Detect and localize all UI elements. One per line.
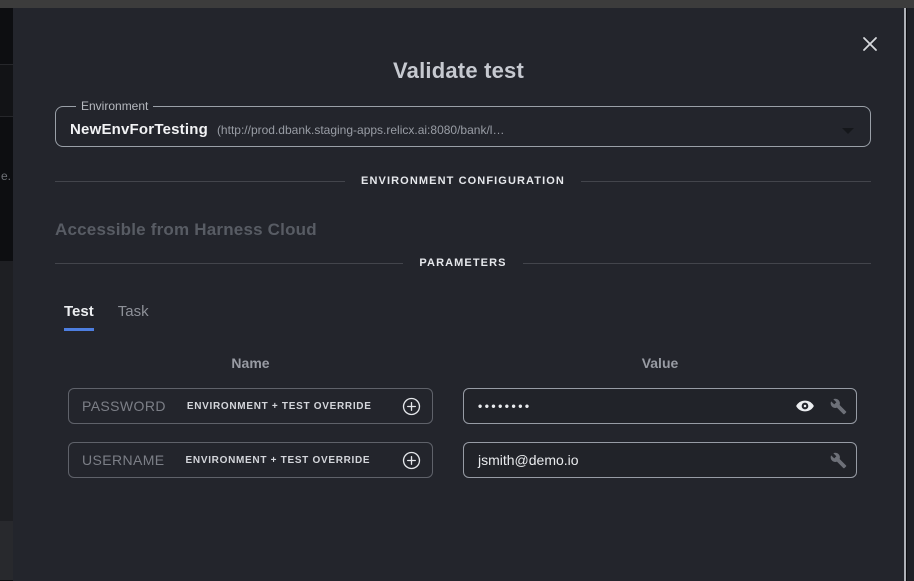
environment-access-banner: Accessible from Harness Cloud xyxy=(55,220,871,240)
background-segment xyxy=(0,521,13,580)
password-value-field[interactable]: •••••••• xyxy=(463,388,857,424)
plus-circle-icon xyxy=(402,397,421,416)
parameters-divider: PARAMETERS xyxy=(55,257,871,269)
background-segment: e. xyxy=(0,117,13,261)
password-value[interactable]: •••••••• xyxy=(478,399,795,413)
override-badge: ENVIRONMENT + TEST OVERRIDE xyxy=(186,455,371,466)
background-segment xyxy=(0,261,13,521)
background-segment xyxy=(0,8,13,65)
environment-configuration-divider: ENVIRONMENT CONFIGURATION xyxy=(55,175,871,187)
background-app-strip: e. xyxy=(0,8,13,581)
plus-circle-icon xyxy=(402,451,421,470)
eye-icon xyxy=(795,396,815,416)
environment-select[interactable]: Environment NewEnvForTesting (http://pro… xyxy=(55,99,871,147)
divider-line xyxy=(55,263,403,264)
divider-line xyxy=(55,181,345,182)
browser-top-bar xyxy=(0,0,914,8)
tab-test[interactable]: Test xyxy=(64,303,94,331)
configure-value-button[interactable] xyxy=(830,398,847,415)
wrench-icon xyxy=(830,452,847,469)
dialog-title: Validate test xyxy=(13,58,904,84)
column-header-value: Value xyxy=(463,355,857,371)
add-override-button[interactable] xyxy=(401,450,421,470)
scrollbar[interactable] xyxy=(904,8,906,581)
username-value[interactable]: jsmith@demo.io xyxy=(478,452,830,468)
override-badge: ENVIRONMENT + TEST OVERRIDE xyxy=(187,401,372,412)
close-icon xyxy=(862,36,878,52)
table-row: USERNAME ENVIRONMENT + TEST OVERRIDE jsm… xyxy=(68,442,857,478)
tab-task[interactable]: Task xyxy=(118,303,149,331)
divider-line xyxy=(523,263,871,264)
username-value-field[interactable]: jsmith@demo.io xyxy=(463,442,857,478)
parameters-label: PARAMETERS xyxy=(419,257,506,269)
chevron-down-icon xyxy=(842,128,854,134)
configure-value-button[interactable] xyxy=(830,452,847,469)
background-right-strip xyxy=(907,8,914,581)
environment-configuration-label: ENVIRONMENT CONFIGURATION xyxy=(361,175,565,187)
show-password-button[interactable] xyxy=(795,396,815,416)
environment-selected-name: NewEnvForTesting xyxy=(70,121,208,138)
validate-test-dialog: Validate test Environment NewEnvForTesti… xyxy=(13,8,904,581)
parameters-header-row: Name Value xyxy=(68,355,857,371)
parameter-name: USERNAME xyxy=(82,452,165,468)
parameters-tabs: Test Task xyxy=(64,303,871,331)
column-header-name: Name xyxy=(68,355,433,371)
environment-selected-url: (http://prod.dbank.staging-apps.relicx.a… xyxy=(217,123,505,137)
divider-line xyxy=(581,181,871,182)
background-segment xyxy=(0,65,13,117)
wrench-icon xyxy=(830,398,847,415)
table-row: PASSWORD ENVIRONMENT + TEST OVERRIDE •••… xyxy=(68,388,857,424)
password-name-field[interactable]: PASSWORD ENVIRONMENT + TEST OVERRIDE xyxy=(68,388,433,424)
clipped-background-text: e. xyxy=(1,169,11,183)
close-button[interactable] xyxy=(860,34,880,54)
add-override-button[interactable] xyxy=(401,396,421,416)
parameter-name: PASSWORD xyxy=(82,398,166,414)
username-name-field[interactable]: USERNAME ENVIRONMENT + TEST OVERRIDE xyxy=(68,442,433,478)
environment-select-label: Environment xyxy=(76,99,153,113)
